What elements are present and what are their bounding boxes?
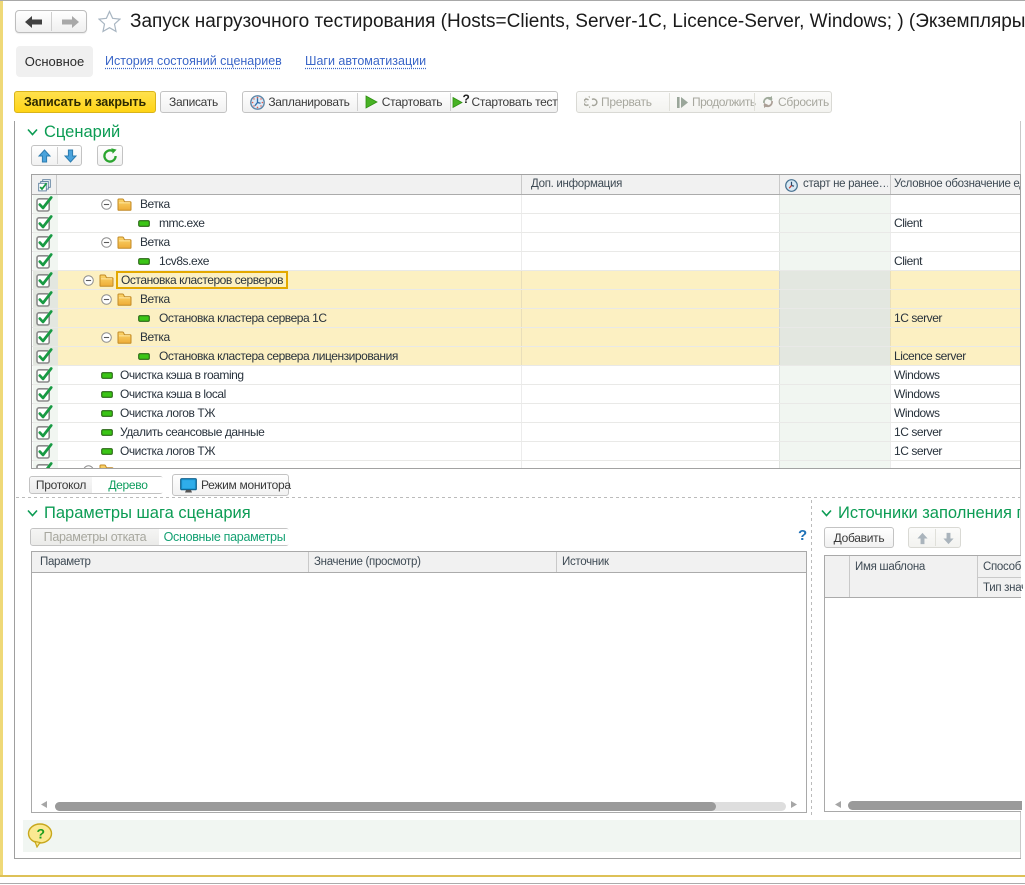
svg-text:?: ? (37, 826, 46, 842)
svg-text:?: ? (462, 94, 469, 106)
